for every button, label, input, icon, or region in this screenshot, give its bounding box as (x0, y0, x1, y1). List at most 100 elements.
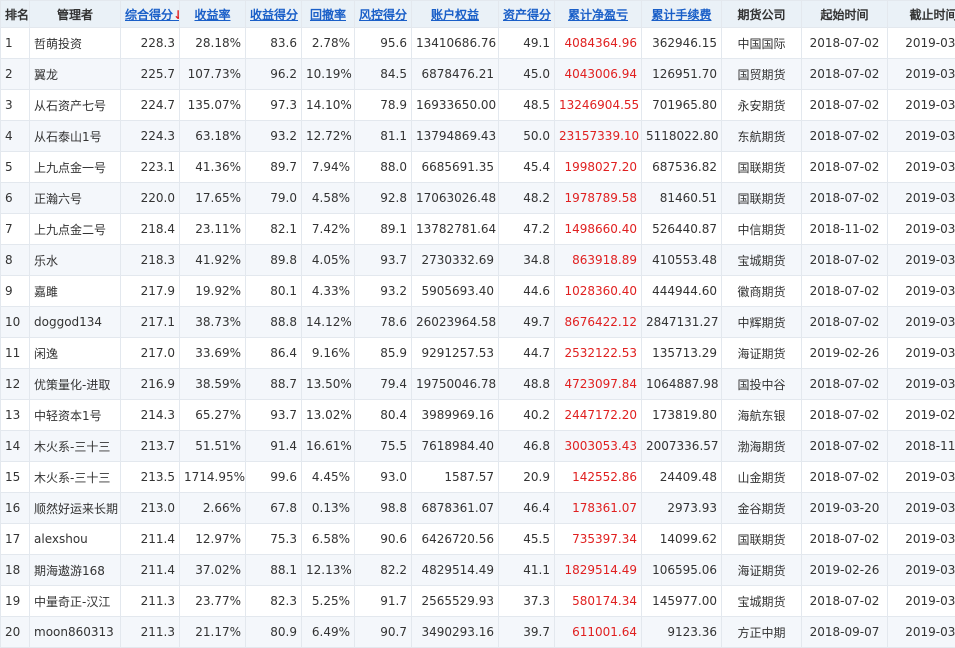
cell-start-date: 2019-02-26 (802, 338, 888, 369)
cell-composite: 216.9 (121, 369, 180, 400)
cell-manager[interactable]: 从石泰山1号 (30, 121, 121, 152)
cell-manager[interactable]: 中量奇正-汉江 (30, 586, 121, 617)
cell-manager[interactable]: 木火系-三十三 (30, 462, 121, 493)
cell-start-date: 2018-07-02 (802, 431, 888, 462)
cell-manager[interactable]: 顺然好运来长期 (30, 493, 121, 524)
cell-start-date: 2018-07-02 (802, 586, 888, 617)
cell-net-profit: 2532122.53 (555, 338, 642, 369)
cell-asset-score: 44.6 (499, 276, 555, 307)
cell-manager[interactable]: 优策量化-进取 (30, 369, 121, 400)
table-row[interactable]: 11闲逸217.033.69%86.49.16%85.99291257.5344… (1, 338, 955, 369)
cell-return-rate: 63.18% (180, 121, 246, 152)
cell-rank: 8 (1, 245, 30, 276)
table-row[interactable]: 17alexshou211.412.97%75.36.58%90.6642672… (1, 524, 955, 555)
column-header-risk-score[interactable]: 风控得分 (355, 1, 412, 28)
table-row[interactable]: 6正瀚六号220.017.65%79.04.58%92.817063026.48… (1, 183, 955, 214)
cell-broker: 中国国际 (722, 28, 802, 59)
column-header-label: 累计净盈亏 (568, 8, 628, 22)
column-header-equity[interactable]: 账户权益 (412, 1, 499, 28)
table-row[interactable]: 12优策量化-进取216.938.59%88.713.50%79.4197500… (1, 369, 955, 400)
column-header-net-profit[interactable]: 累计净盈亏 (555, 1, 642, 28)
cell-manager[interactable]: 哲萌投资 (30, 28, 121, 59)
cell-return-rate: 1714.95% (180, 462, 246, 493)
cell-broker: 宝城期货 (722, 245, 802, 276)
cell-manager[interactable]: 中轻资本1号 (30, 400, 121, 431)
cell-start-date: 2018-07-02 (802, 400, 888, 431)
cell-start-date: 2018-07-02 (802, 369, 888, 400)
cell-manager[interactable]: 嘉雎 (30, 276, 121, 307)
cell-return-rate: 17.65% (180, 183, 246, 214)
table-row[interactable]: 10doggod134217.138.73%88.814.12%78.62602… (1, 307, 955, 338)
cell-end-date: 2019-03-28 (888, 245, 955, 276)
cell-manager[interactable]: 翼龙 (30, 59, 121, 90)
table-row[interactable]: 4从石泰山1号224.363.18%93.212.72%81.113794869… (1, 121, 955, 152)
cell-composite: 217.1 (121, 307, 180, 338)
cell-risk-score: 84.5 (355, 59, 412, 90)
cell-equity: 1587.57 (412, 462, 499, 493)
cell-fees: 2847131.27 (642, 307, 722, 338)
cell-manager[interactable]: 乐水 (30, 245, 121, 276)
cell-manager[interactable]: moon860313 (30, 617, 121, 648)
table-row[interactable]: 16顺然好运来长期213.02.66%67.80.13%98.86878361.… (1, 493, 955, 524)
cell-net-profit: 4043006.94 (555, 59, 642, 90)
column-header-drawdown[interactable]: 回撤率 (302, 1, 355, 28)
cell-manager[interactable]: doggod134 (30, 307, 121, 338)
cell-risk-score: 75.5 (355, 431, 412, 462)
cell-broker: 国联期货 (722, 152, 802, 183)
table-row[interactable]: 15木火系-三十三213.51714.95%99.64.45%93.01587.… (1, 462, 955, 493)
cell-manager[interactable]: 期海遨游168 (30, 555, 121, 586)
cell-manager[interactable]: 闲逸 (30, 338, 121, 369)
column-header-fees[interactable]: 累计手续费 (642, 1, 722, 28)
cell-manager[interactable]: 正瀚六号 (30, 183, 121, 214)
column-header-composite[interactable]: 综合得分↓ (121, 1, 180, 28)
cell-asset-score: 40.2 (499, 400, 555, 431)
sort-desc-icon[interactable]: ↓ (173, 8, 179, 22)
table-row[interactable]: 14木火系-三十三213.751.51%91.416.61%75.5761898… (1, 431, 955, 462)
cell-manager[interactable]: alexshou (30, 524, 121, 555)
table-row[interactable]: 9嘉雎217.919.92%80.14.33%93.25905693.4044.… (1, 276, 955, 307)
table-row[interactable]: 13中轻资本1号214.365.27%93.713.02%80.43989969… (1, 400, 955, 431)
table-row[interactable]: 19中量奇正-汉江211.323.77%82.35.25%91.72565529… (1, 586, 955, 617)
cell-manager[interactable]: 上九点金一号 (30, 152, 121, 183)
column-header-label: 累计手续费 (651, 8, 711, 22)
cell-start-date: 2018-07-02 (802, 524, 888, 555)
table-row[interactable]: 20moon860313211.321.17%80.96.49%90.73490… (1, 617, 955, 648)
cell-return-score: 97.3 (246, 90, 302, 121)
cell-return-rate: 135.07% (180, 90, 246, 121)
table-row[interactable]: 7上九点金二号218.423.11%82.17.42%89.113782781.… (1, 214, 955, 245)
cell-rank: 5 (1, 152, 30, 183)
cell-start-date: 2018-07-02 (802, 121, 888, 152)
column-header-return-rate[interactable]: 收益率 (180, 1, 246, 28)
cell-net-profit: 1829514.49 (555, 555, 642, 586)
cell-equity: 7618984.40 (412, 431, 499, 462)
column-header-return-score[interactable]: 收益得分 (246, 1, 302, 28)
cell-return-rate: 107.73% (180, 59, 246, 90)
table-row[interactable]: 3从石资产七号224.7135.07%97.314.10%78.91693365… (1, 90, 955, 121)
cell-manager[interactable]: 木火系-三十三 (30, 431, 121, 462)
cell-equity: 3989969.16 (412, 400, 499, 431)
table-row[interactable]: 1哲萌投资228.328.18%83.62.78%95.613410686.76… (1, 28, 955, 59)
cell-end-date: 2019-03-28 (888, 524, 955, 555)
cell-fees: 444944.60 (642, 276, 722, 307)
cell-asset-score: 39.7 (499, 617, 555, 648)
cell-start-date: 2018-07-02 (802, 152, 888, 183)
cell-risk-score: 88.0 (355, 152, 412, 183)
cell-drawdown: 6.49% (302, 617, 355, 648)
cell-rank: 9 (1, 276, 30, 307)
cell-end-date: 2019-03-28 (888, 28, 955, 59)
cell-asset-score: 46.8 (499, 431, 555, 462)
table-row[interactable]: 5上九点金一号223.141.36%89.77.94%88.06685691.3… (1, 152, 955, 183)
table-row[interactable]: 2翼龙225.7107.73%96.210.19%84.56878476.214… (1, 59, 955, 90)
cell-end-date: 2019-03-05 (888, 369, 955, 400)
cell-manager[interactable]: 上九点金二号 (30, 214, 121, 245)
table-row[interactable]: 18期海遨游168211.437.02%88.112.13%82.2482951… (1, 555, 955, 586)
cell-asset-score: 49.1 (499, 28, 555, 59)
cell-asset-score: 34.8 (499, 245, 555, 276)
column-header-asset-score[interactable]: 资产得分 (499, 1, 555, 28)
table-row[interactable]: 8乐水218.341.92%89.84.05%93.72730332.6934.… (1, 245, 955, 276)
column-header-broker: 期货公司 (722, 1, 802, 28)
cell-return-score: 80.1 (246, 276, 302, 307)
cell-fees: 106595.06 (642, 555, 722, 586)
cell-fees: 5118022.80 (642, 121, 722, 152)
cell-manager[interactable]: 从石资产七号 (30, 90, 121, 121)
